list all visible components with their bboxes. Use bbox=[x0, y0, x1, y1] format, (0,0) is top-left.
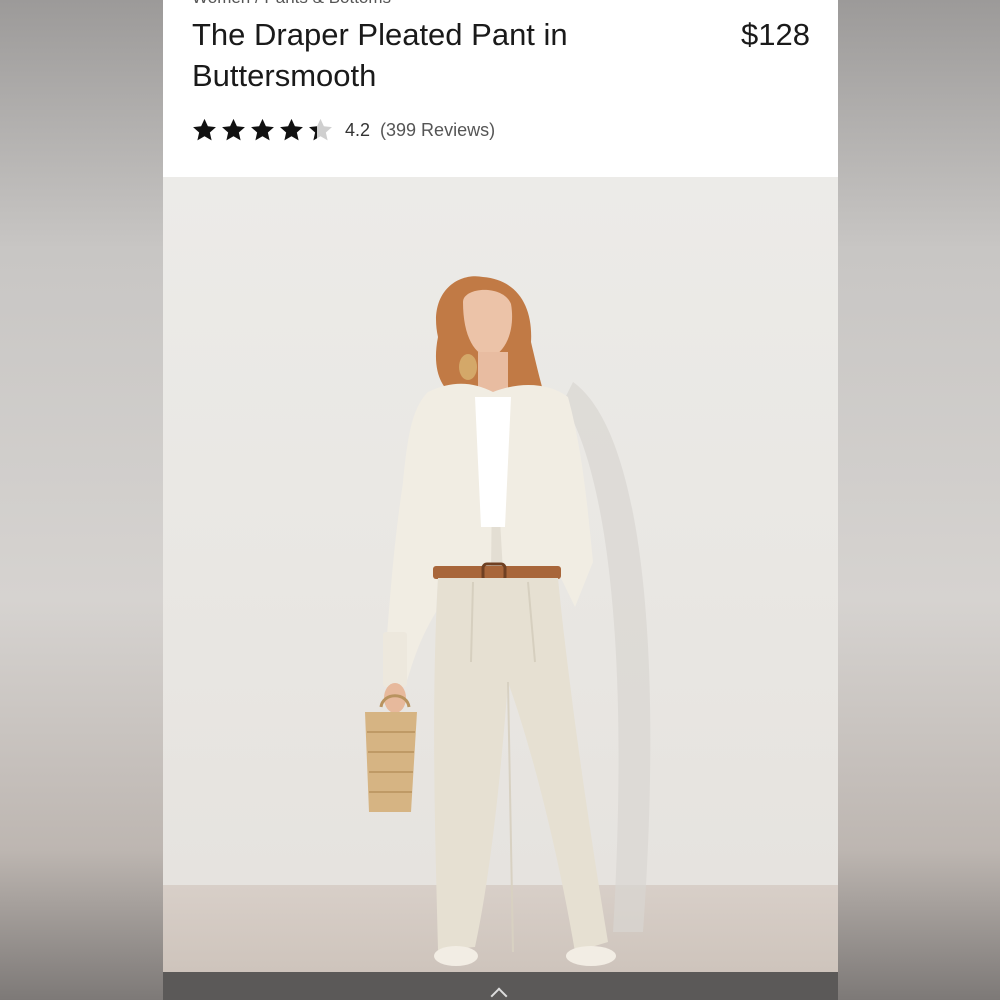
chevron-up-icon[interactable] bbox=[490, 987, 508, 1000]
product-price: $128 bbox=[741, 17, 810, 52]
star-icon bbox=[280, 118, 303, 141]
product-header: Women / Pants & Bottoms The Draper Pleat… bbox=[163, 0, 838, 177]
product-page: Women / Pants & Bottoms The Draper Pleat… bbox=[163, 0, 838, 1000]
star-icon bbox=[251, 118, 274, 141]
rating-summary[interactable]: 4.2 (399 Reviews) bbox=[190, 115, 495, 145]
star-icon bbox=[222, 118, 245, 141]
bottom-toolbar[interactable] bbox=[163, 972, 838, 1000]
background-blur-right bbox=[838, 0, 1000, 1000]
star-half-icon bbox=[309, 118, 332, 141]
model-illustration bbox=[365, 276, 651, 966]
product-title: The Draper Pleated Pant in Buttersmooth bbox=[192, 17, 568, 93]
background-blur-left bbox=[0, 0, 163, 1000]
star-icon bbox=[193, 118, 216, 141]
product-image[interactable] bbox=[163, 177, 838, 972]
breadcrumb[interactable]: Women / Pants & Bottoms bbox=[192, 0, 391, 8]
review-count-link[interactable]: (399 Reviews) bbox=[380, 120, 495, 141]
rating-value: 4.2 bbox=[345, 119, 371, 140]
